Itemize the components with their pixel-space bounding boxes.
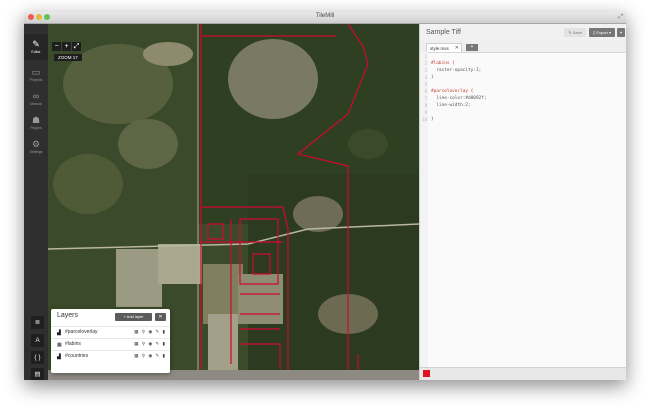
- zoom-extent-button[interactable]: ⤢: [72, 42, 81, 51]
- sidebar: ✎ Editor ▭ Projects ∞ Manual ☗ Plugins ⚙…: [24, 24, 48, 380]
- stylesheet-tabs: style.mss ✕ +: [420, 41, 626, 53]
- raster-icon: ▦: [57, 342, 62, 348]
- layer-actions[interactable]: ▦ ⚲ ◉ ✎ ▮: [134, 341, 166, 347]
- layers-panel: Layers + Add layer ✕ ▟ #parceloverlay ▦ …: [51, 309, 170, 373]
- layer-row-parceloverlay[interactable]: ▟ #parceloverlay ▦ ⚲ ◉ ✎ ▮: [51, 326, 170, 338]
- project-title: Sample Tiff: [426, 29, 461, 36]
- line-number-gutter: 1 2 3 4 5 6 7 8 9 10: [420, 52, 428, 380]
- sidebar-item-label: Projects: [29, 78, 43, 82]
- close-icon[interactable]: ✕: [455, 44, 459, 53]
- sidebar-item-label: Manual: [30, 102, 42, 106]
- wrench-icon: ✦: [619, 30, 623, 35]
- export-label: Export: [596, 30, 608, 35]
- book-icon: ∞: [32, 91, 40, 101]
- code-line: raster-opacity:1;: [431, 68, 482, 73]
- zoom-controls: − + ⤢: [52, 42, 82, 51]
- add-layer-button[interactable]: + Add layer: [115, 313, 152, 321]
- layer-name: #countries: [65, 353, 89, 359]
- layer-actions[interactable]: ▦ ⚲ ◉ ✎ ▮: [134, 329, 166, 335]
- sidebar-item-settings[interactable]: ⚙ Settings: [24, 134, 48, 160]
- chevron-down-icon: ▾: [607, 30, 611, 35]
- window-title: TileMill: [315, 13, 335, 19]
- editor-status-bar: [420, 367, 626, 380]
- zoom-out-button[interactable]: −: [52, 42, 61, 51]
- pencil-icon: ✎: [32, 39, 40, 49]
- code-line: #parceloverlay {: [431, 89, 474, 94]
- line-number: 1: [424, 54, 427, 59]
- carto-tool-button[interactable]: { }: [31, 351, 44, 364]
- export-button[interactable]: ▯ Export ▾: [589, 28, 615, 37]
- layers-tool-button[interactable]: ≣: [31, 316, 44, 329]
- sidebar-item-manual[interactable]: ∞ Manual: [24, 86, 48, 112]
- braces-icon: { }: [34, 354, 41, 361]
- fonts-tool-button[interactable]: A: [31, 334, 44, 347]
- line-number: 5: [424, 82, 427, 87]
- zoom-in-button[interactable]: +: [62, 42, 71, 51]
- sidebar-item-label: Editor: [31, 50, 41, 54]
- folder-icon: ▭: [31, 67, 41, 77]
- sidebar-item-editor[interactable]: ✎ Editor: [24, 34, 48, 60]
- add-stylesheet-button[interactable]: +: [466, 44, 478, 51]
- style-editor-panel: Sample Tiff ✎ Save ▯ Export ▾ ✦ style.ms…: [419, 24, 626, 380]
- code-line: }: [431, 117, 434, 122]
- layer-name: #labins: [65, 341, 81, 347]
- zoom-level-label: ZOOM 17: [54, 54, 82, 61]
- sidebar-item-projects[interactable]: ▭ Projects: [24, 62, 48, 88]
- layer-actions[interactable]: ▦ ⚲ ◉ ✎ ▮: [134, 353, 166, 359]
- line-number: 10: [422, 117, 427, 122]
- wrench-button[interactable]: ✦: [617, 28, 625, 37]
- editor-header: Sample Tiff ✎ Save ▯ Export ▾ ✦: [420, 24, 626, 41]
- data-tool-button[interactable]: ▤: [31, 368, 44, 380]
- sidebar-item-label: Plugins: [30, 126, 42, 130]
- sidebar-item-label: Settings: [29, 150, 43, 154]
- close-layers-button[interactable]: ✕: [155, 313, 166, 321]
- layers-title: Layers: [57, 312, 79, 319]
- tab-label: style.mss: [430, 46, 449, 51]
- font-icon: A: [35, 337, 40, 344]
- layer-row-labins[interactable]: ▦ #labins ▦ ⚲ ◉ ✎ ▮: [51, 338, 170, 350]
- line-number: 9: [424, 110, 427, 115]
- layers-icon: ≣: [34, 319, 41, 326]
- save-label: Save: [572, 30, 582, 35]
- polygon-icon: ▟: [57, 330, 61, 336]
- line-number: 3: [424, 68, 427, 73]
- sidebar-item-plugins[interactable]: ☗ Plugins: [24, 110, 48, 136]
- polygon-icon: ▟: [57, 354, 61, 360]
- color-swatch[interactable]: [423, 370, 430, 377]
- code-line: }: [431, 75, 434, 80]
- save-button[interactable]: ✎ Save: [564, 28, 586, 37]
- plugin-icon: ☗: [31, 115, 41, 125]
- layer-row-countries[interactable]: ▟ #countries ▦ ⚲ ◉ ✎ ▮: [51, 350, 170, 362]
- stack-icon: ▤: [34, 371, 41, 378]
- layer-name: #parceloverlay: [65, 329, 98, 335]
- fullscreen-icon[interactable]: ⤢: [618, 14, 623, 21]
- code-line: line-width:2;: [431, 103, 471, 108]
- code-line: line-color:#d0092f;: [431, 96, 487, 101]
- line-number: 4: [424, 75, 427, 80]
- line-number: 8: [424, 103, 427, 108]
- title-bar: TileMill ⤢: [24, 12, 626, 24]
- line-number: 7: [424, 96, 427, 101]
- code-line: #labins {: [431, 61, 455, 66]
- gear-icon: ⚙: [31, 139, 41, 149]
- tab-style-mss[interactable]: style.mss ✕: [426, 43, 462, 52]
- line-number: 2: [424, 61, 427, 66]
- line-number: 6: [424, 89, 427, 94]
